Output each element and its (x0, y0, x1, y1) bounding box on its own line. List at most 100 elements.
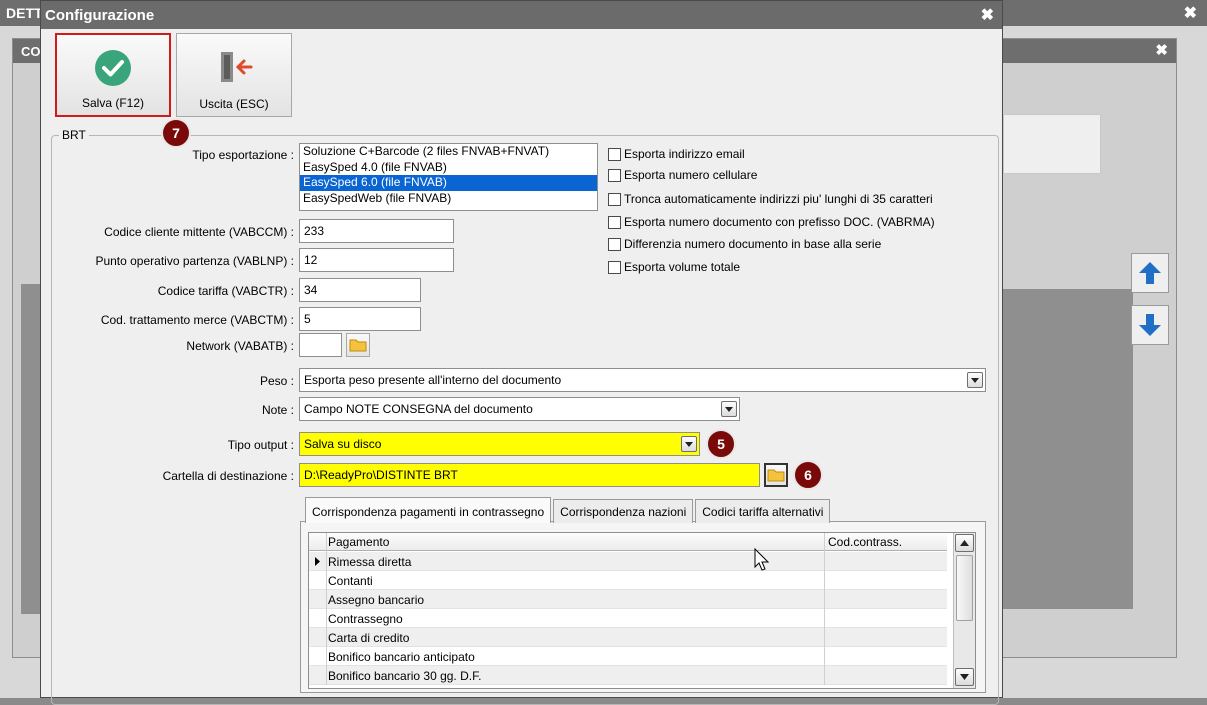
network-label: Network (VABATB) : (186, 339, 294, 353)
table-row[interactable]: Contrassegno (309, 609, 947, 628)
list-item[interactable]: EasySpedWeb (file FNVAB) (300, 191, 597, 207)
tab-codici-tariffa[interactable]: Codici tariffa alternativi (695, 499, 831, 523)
cartella-browse-button[interactable] (764, 463, 788, 487)
checkbox-label: Esporta numero cellulare (624, 168, 758, 182)
peso-select-value: Esporta peso presente all'interno del do… (304, 373, 562, 387)
tipo-esportazione-list[interactable]: Soluzione C+Barcode (2 files FNVAB+FNVAT… (299, 143, 598, 211)
check-circle-icon (95, 50, 131, 86)
cell-pagamento[interactable]: Contanti (328, 571, 825, 590)
checkbox-box[interactable] (608, 192, 621, 206)
checkbox-esporta-email[interactable]: Esporta indirizzo email (608, 147, 745, 161)
chevron-down-icon[interactable] (681, 436, 697, 452)
cell-pagamento[interactable]: Bonifico bancario anticipato (328, 647, 825, 666)
cell-cod-contrass[interactable] (825, 609, 947, 628)
background-grid (1003, 114, 1101, 174)
note-select-value: Campo NOTE CONSEGNA del documento (304, 402, 533, 416)
cell-cod-contrass[interactable] (825, 590, 947, 609)
table-row[interactable]: Bonifico bancario 30 gg. D.F. (309, 666, 947, 685)
background-window-title: DETT (6, 5, 43, 21)
save-button[interactable]: Salva (F12) (55, 33, 171, 117)
triangle-down-icon (960, 674, 969, 680)
checkbox-box[interactable] (608, 260, 621, 274)
checkbox-box[interactable] (608, 147, 621, 161)
cell-cod-contrass[interactable] (825, 552, 947, 571)
checkbox-box[interactable] (608, 237, 621, 251)
mouse-cursor-icon (754, 548, 770, 571)
scrollbar-thumb[interactable] (956, 555, 973, 621)
cell-pagamento[interactable]: Rimessa diretta (328, 552, 825, 571)
tipo-output-select[interactable]: Salva su disco (299, 432, 700, 456)
checkbox-prefisso-doc[interactable]: Esporta numero documento con prefisso DO… (608, 215, 935, 229)
checkbox-label: Tronca automaticamente indirizzi piu' lu… (624, 192, 933, 206)
checkbox-box[interactable] (608, 215, 621, 229)
table-row[interactable]: Carta di credito (309, 628, 947, 647)
scroll-down-button[interactable] (955, 668, 974, 686)
background-panel-right (1003, 289, 1133, 609)
chevron-down-icon[interactable] (721, 401, 737, 417)
scroll-up-button[interactable] (955, 534, 974, 552)
move-down-button[interactable] (1131, 305, 1169, 345)
table-row[interactable]: Assegno bancario (309, 590, 947, 609)
note-select[interactable]: Campo NOTE CONSEGNA del documento (299, 397, 740, 421)
column-header-cod-contrass[interactable]: Cod.contrass. (825, 533, 947, 552)
punto-operativo-input[interactable]: 12 (299, 248, 454, 272)
grid-header-indicator (309, 533, 327, 552)
row-indicator (309, 571, 327, 590)
cod-trattamento-input[interactable]: 5 (299, 307, 421, 331)
checkbox-tronca-indirizzi[interactable]: Tronca automaticamente indirizzi piu' lu… (608, 192, 933, 206)
grid-scrollbar[interactable] (953, 533, 975, 688)
pagamenti-grid[interactable]: Pagamento Cod.contrass. Rimessa diretta … (308, 532, 976, 689)
dialog-title: Configurazione (45, 7, 155, 24)
row-indicator (309, 609, 327, 628)
move-up-button[interactable] (1131, 253, 1169, 293)
network-input[interactable] (299, 333, 342, 357)
tab-nazioni[interactable]: Corrispondenza nazioni (553, 499, 694, 523)
tipo-output-select-value: Salva su disco (304, 437, 382, 451)
folder-icon (349, 339, 367, 352)
cell-cod-contrass[interactable] (825, 571, 947, 590)
column-header-pagamento[interactable]: Pagamento (328, 533, 825, 552)
checkbox-volume-totale[interactable]: Esporta volume totale (608, 260, 740, 274)
cell-pagamento[interactable]: Bonifico bancario 30 gg. D.F. (328, 666, 825, 685)
codice-cliente-input[interactable]: 233 (299, 219, 454, 243)
table-row[interactable]: Bonifico bancario anticipato (309, 647, 947, 666)
table-row[interactable]: Rimessa diretta (309, 552, 947, 571)
network-browse-button[interactable] (346, 333, 370, 357)
checkbox-label: Esporta indirizzo email (624, 147, 745, 161)
list-item-selected[interactable]: EasySped 6.0 (file FNVAB) (300, 175, 597, 191)
exit-door-icon (221, 52, 253, 82)
cell-pagamento[interactable]: Contrassegno (328, 609, 825, 628)
checkbox-label: Esporta numero documento con prefisso DO… (624, 215, 935, 229)
tipo-output-label: Tipo output : (227, 438, 294, 452)
background-close-icon[interactable]: ✖ (1184, 3, 1197, 23)
exit-button[interactable]: Uscita (ESC) (176, 33, 292, 117)
checkbox-differenzia-serie[interactable]: Differenzia numero documento in base all… (608, 237, 881, 251)
codice-tariffa-input[interactable]: 34 (299, 278, 421, 302)
cartella-input[interactable]: D:\ReadyPro\DISTINTE BRT (299, 463, 760, 487)
cell-cod-contrass[interactable] (825, 647, 947, 666)
cell-pagamento[interactable]: Assegno bancario (328, 590, 825, 609)
dialog-close-icon[interactable]: ✖ (981, 5, 994, 25)
step-badge-7: 7 (161, 118, 191, 148)
triangle-up-icon (960, 540, 969, 546)
row-indicator (309, 590, 327, 609)
checkbox-esporta-cellulare[interactable]: Esporta numero cellulare (608, 168, 757, 182)
cartella-label: Cartella di destinazione : (162, 469, 294, 483)
cell-pagamento[interactable]: Carta di credito (328, 628, 825, 647)
table-row[interactable]: Contanti (309, 571, 947, 590)
row-indicator (309, 666, 327, 685)
folder-icon (767, 469, 785, 482)
chevron-down-icon[interactable] (967, 372, 983, 388)
note-label: Note : (261, 403, 294, 417)
tab-pagamenti-contrassegno[interactable]: Corrispondenza pagamenti in contrassegno (305, 497, 552, 523)
cell-cod-contrass[interactable] (825, 628, 947, 647)
peso-label: Peso : (259, 374, 294, 388)
checkbox-box[interactable] (608, 168, 621, 182)
dialog-titlebar: Configurazione ✖ (41, 1, 1002, 29)
list-item[interactable]: Soluzione C+Barcode (2 files FNVAB+FNVAT… (300, 144, 597, 160)
list-item[interactable]: EasySped 4.0 (file FNVAB) (300, 160, 597, 176)
peso-select[interactable]: Esporta peso presente all'interno del do… (299, 368, 986, 392)
background-inner-close-icon[interactable]: ✖ (1155, 41, 1168, 59)
save-button-label: Salva (F12) (81, 96, 145, 110)
cell-cod-contrass[interactable] (825, 666, 947, 685)
